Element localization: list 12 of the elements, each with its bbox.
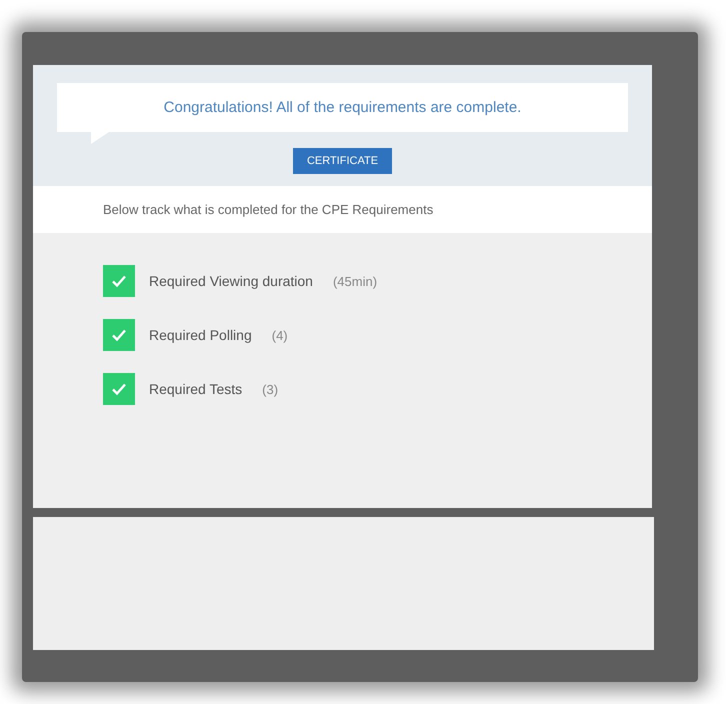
requirement-label: Required Polling: [149, 327, 252, 343]
check-icon: [111, 328, 127, 342]
check-icon: [111, 274, 127, 288]
check-icon: [111, 382, 127, 396]
requirement-label: Required Viewing duration: [149, 273, 313, 289]
congratulations-message: Congratulations! All of the requirements are complete.: [164, 99, 522, 116]
requirement-count: (3): [262, 382, 278, 396]
certificate-button[interactable]: CERTIFICATE: [292, 148, 392, 174]
requirement-label: Required Tests: [149, 381, 242, 397]
intro-text: Below track what is completed for the CPE Requirements: [103, 202, 434, 217]
requirement-count: (4): [272, 328, 288, 342]
requirement-count: (45min): [332, 274, 378, 288]
